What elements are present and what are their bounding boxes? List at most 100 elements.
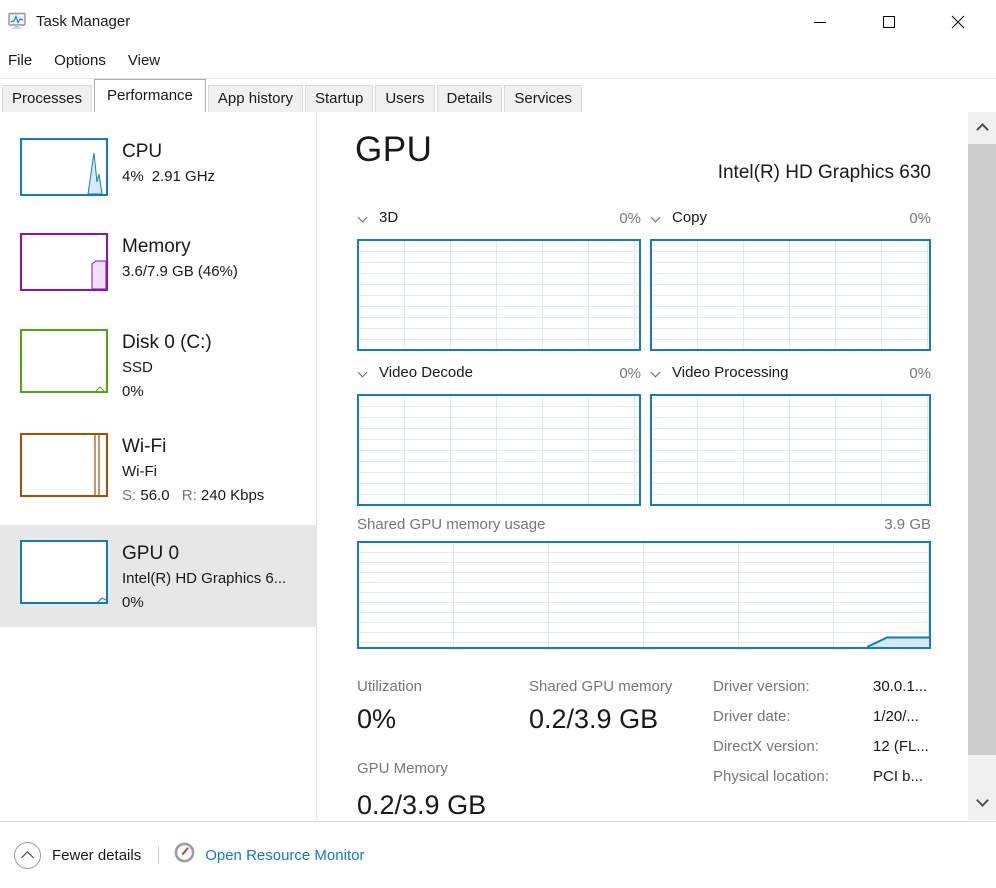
chart-copy [650,239,931,351]
chart-value: 0% [909,210,931,227]
chart-header-video-decode: Video Decode 0% [357,364,641,386]
cpu-mini-chart [20,138,108,196]
physical-location-label: Physical location: [713,768,829,785]
chevron-down-icon[interactable] [651,213,661,223]
sidebar-item-gpu[interactable]: GPU 0 Intel(R) HD Graphics 6... 0% [0,525,316,627]
chart-header-video-processing: Video Processing 0% [650,364,931,386]
maximize-button[interactable] [878,12,900,32]
shared-gpu-memory-label: Shared GPU memory [529,678,672,695]
disk-mini-chart [20,329,108,393]
chart-label: Video Decode [379,364,473,381]
titlebar: Task Manager [0,0,996,42]
chart-label: Video Processing [672,364,788,381]
disk-title: Disk 0 (C:) [122,330,212,356]
fewer-details-label: Fewer details [52,847,141,864]
utilization-label: Utilization [357,678,422,695]
performance-content: CPU 4%2.91 GHz Memory 3.6/7.9 GB (46%) [0,112,996,820]
chevron-down-icon[interactable] [358,213,368,223]
wifi-title: Wi-Fi [122,434,264,460]
tab-processes[interactable]: Processes [2,85,92,112]
window-title: Task Manager [36,13,130,30]
chart-value: 0% [619,210,641,227]
sidebar-item-disk[interactable]: Disk 0 (C:) SSD 0% [0,329,316,404]
gpu-usage: 0% [122,591,286,615]
memory-stats: 3.6/7.9 GB (46%) [122,260,238,284]
driver-version-label: Driver version: [713,678,810,695]
chart-video-decode [357,394,641,506]
gpu-memory-label: GPU Memory [357,760,448,777]
chart-value: 0% [909,365,931,382]
chevron-down-icon[interactable] [358,368,368,378]
scroll-up-button[interactable] [968,114,996,140]
driver-version-value: 30.0.1... [873,678,927,695]
resource-monitor-icon [174,842,195,868]
memory-title: Memory [122,234,238,260]
sidebar-item-cpu[interactable]: CPU 4%2.91 GHz [0,138,316,196]
chevron-up-circle-icon [14,842,41,869]
wifi-mini-chart [20,433,108,497]
driver-date-value: 1/20/... [873,708,919,725]
footer-bar: Fewer details Open Resource Monitor [0,822,996,888]
shared-memory-chart-max: 3.9 GB [884,516,931,533]
minimize-button[interactable] [809,12,831,32]
chart-label: 3D [379,209,398,226]
scroll-down-button[interactable] [968,790,996,816]
chart-header-copy: Copy 0% [650,209,931,231]
memory-mini-chart [20,233,108,291]
performance-sidebar: CPU 4%2.91 GHz Memory 3.6/7.9 GB (46%) [0,112,316,820]
page-title: GPU [355,130,432,170]
utilization-value: 0% [357,704,396,735]
gpu-detail-panel: GPU Intel(R) HD Graphics 630 3D 0% Copy … [317,112,968,820]
footer-separator [158,846,159,864]
resource-monitor-label: Open Resource Monitor [205,847,364,864]
chart-label: Copy [672,209,707,226]
physical-location-value: PCI b... [873,768,923,785]
tab-users[interactable]: Users [375,85,434,112]
chart-header-3d: 3D 0% [357,209,641,231]
directx-version-label: DirectX version: [713,738,819,755]
menu-item-options[interactable]: Options [54,52,106,69]
vertical-scrollbar[interactable] [968,112,996,820]
gpu-mini-chart [20,540,108,604]
sidebar-item-memory[interactable]: Memory 3.6/7.9 GB (46%) [0,233,316,291]
chevron-down-icon [976,794,989,807]
cpu-title: CPU [122,139,215,165]
gpu-memory-value: 0.2/3.9 GB [357,790,486,820]
tab-startup[interactable]: Startup [305,85,373,112]
chevron-down-icon[interactable] [651,368,661,378]
task-manager-window: { "window": { "title": "Task Manager" },… [0,0,996,888]
driver-date-label: Driver date: [713,708,791,725]
shared-memory-chart-label: Shared GPU memory usage [357,516,545,533]
chart-video-processing [650,394,931,506]
shared-gpu-memory-value: 0.2/3.9 GB [529,704,658,735]
scrollbar-thumb[interactable] [968,144,996,755]
chevron-up-icon [976,123,989,136]
task-manager-app-icon [8,11,28,31]
disk-usage: 0% [122,380,212,404]
gpu-full-name: Intel(R) HD Graphics 630 [718,162,931,184]
wifi-throughput: S: 56.0 R: 240 Kbps [122,484,264,508]
tab-details[interactable]: Details [437,85,503,112]
tab-services[interactable]: Services [504,85,582,112]
cpu-stats: 4%2.91 GHz [122,165,215,189]
menubar: File Options View [0,44,996,77]
fewer-details-button[interactable]: Fewer details [14,842,141,869]
disk-type: SSD [122,356,212,380]
sidebar-item-wifi[interactable]: Wi-Fi Wi-Fi S: 56.0 R: 240 Kbps [0,433,316,508]
directx-version-value: 12 (FL... [873,738,929,755]
resource-monitor-link[interactable]: Open Resource Monitor [174,842,364,868]
wifi-adapter: Wi-Fi [122,460,264,484]
shared-memory-usage-line [867,634,929,647]
gpu-name-truncated: Intel(R) HD Graphics 6... [122,567,286,591]
chart-shared-gpu-memory [357,541,931,649]
tab-app-history[interactable]: App history [208,85,303,112]
shared-memory-chart-header: Shared GPU memory usage 3.9 GB [357,516,931,538]
close-button[interactable] [947,12,969,32]
chart-value: 0% [619,365,641,382]
menu-item-file[interactable]: File [8,52,32,69]
tab-performance[interactable]: Performance [94,79,206,112]
gpu-title: GPU 0 [122,541,286,567]
menu-item-view[interactable]: View [128,52,160,69]
chart-3d [357,239,641,351]
tab-bar: Processes Performance App history Startu… [0,78,996,112]
